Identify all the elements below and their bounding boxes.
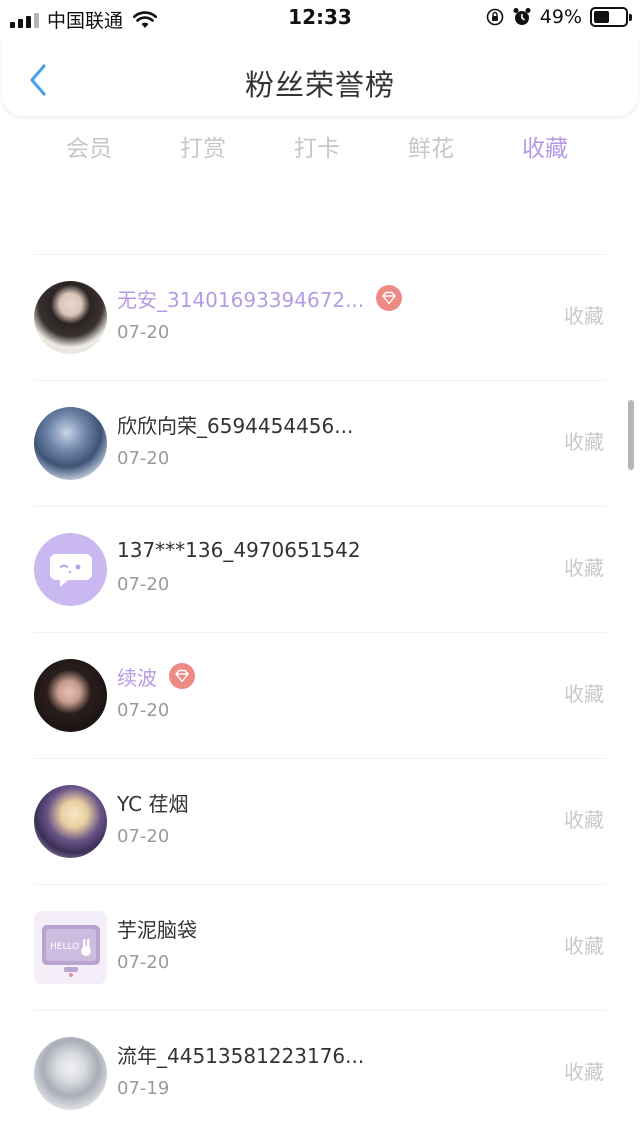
divider	[34, 254, 606, 255]
scrollbar[interactable]	[628, 400, 634, 470]
tab-flowers[interactable]: 鲜花	[374, 118, 488, 182]
battery-icon	[590, 7, 632, 27]
fan-name-line: YC 荏烟	[117, 786, 188, 818]
fan-name-line: 芋泥脑袋	[117, 912, 197, 944]
avatar	[34, 281, 107, 354]
fan-date: 07-20	[117, 826, 170, 847]
status-right: 49%	[486, 6, 632, 28]
divider	[34, 1010, 606, 1011]
tab-membership[interactable]: 会员	[32, 118, 146, 182]
avatar	[34, 1037, 107, 1110]
avatar: HELLO	[34, 911, 107, 984]
list-item[interactable]: 流年_44513581223176... 07-19 收藏	[0, 1010, 640, 1136]
fan-name: 流年_44513581223176...	[117, 1043, 365, 1068]
diamond-badge-icon	[376, 285, 403, 311]
divider	[34, 632, 606, 633]
chat-bubble-icon	[49, 553, 92, 587]
fan-name-line: 续波	[117, 660, 195, 692]
fan-date: 07-20	[117, 700, 170, 721]
favorite-label: 收藏	[564, 682, 604, 706]
avatar	[34, 785, 107, 858]
fan-name: 137***136_4970651542	[117, 538, 361, 562]
fan-date: 07-20	[117, 322, 170, 343]
header-bar: 粉丝荣誉榜	[2, 36, 638, 116]
divider	[34, 758, 606, 759]
battery-level	[594, 11, 609, 23]
diamond-badge-icon	[169, 663, 195, 689]
battery-percent: 49%	[539, 6, 582, 28]
status-bar: 中国联通 12:33 49%	[0, 0, 640, 36]
list-item[interactable]: 07-20	[0, 182, 640, 200]
favorite-label: 收藏	[564, 556, 604, 580]
fan-date: 07-20	[117, 448, 170, 469]
divider	[34, 884, 606, 885]
tab-checkin[interactable]: 打卡	[260, 118, 374, 182]
fan-name: 续波	[117, 665, 157, 690]
fan-name-line: 欣欣向荣_6594454456...	[117, 408, 353, 440]
fan-name-line: 137***136_4970651542	[117, 534, 361, 566]
fan-name: 芋泥脑袋	[117, 917, 197, 942]
divider	[34, 380, 606, 381]
fan-name: 无安_31401693394672...	[117, 287, 365, 312]
favorite-label: 收藏	[564, 430, 604, 454]
list-item[interactable]: 137***136_4970651542 07-20 收藏	[0, 506, 640, 632]
favorite-label: 收藏	[564, 934, 604, 958]
orientation-lock-icon	[486, 8, 504, 26]
avatar	[34, 659, 107, 732]
list-item[interactable]: YC 荏烟 07-20 收藏	[0, 758, 640, 884]
list-item[interactable]: HELLO 芋泥脑袋 07-20 收藏	[0, 884, 640, 1010]
divider	[34, 506, 606, 507]
fan-list[interactable]: 07-20 无安_31401693394672... 07-20 收藏 欣欣向荣…	[0, 182, 640, 1138]
svg-text:HELLO: HELLO	[50, 942, 79, 952]
list-item[interactable]: 欣欣向荣_6594454456... 07-20 收藏	[0, 380, 640, 506]
favorite-label: 收藏	[564, 304, 604, 328]
tab-favorites[interactable]: 收藏	[488, 118, 602, 182]
avatar	[34, 407, 107, 480]
page-title: 粉丝荣誉榜	[244, 68, 395, 102]
fan-date: 07-19	[117, 1078, 170, 1099]
list-item[interactable]: 续波 07-20 收藏	[0, 632, 640, 758]
fan-name: 欣欣向荣_6594454456...	[117, 413, 354, 438]
tab-bar: 会员 打赏 打卡 鲜花 收藏	[0, 118, 640, 182]
fan-name-line: 流年_44513581223176...	[117, 1038, 364, 1070]
favorite-label: 收藏	[564, 1060, 604, 1084]
fan-date: 07-20	[117, 952, 170, 973]
tv-bunny-icon: HELLO	[41, 924, 100, 977]
list-item[interactable]: 无安_31401693394672... 07-20 收藏	[0, 254, 640, 380]
avatar	[34, 533, 107, 606]
favorite-label: 收藏	[564, 808, 604, 832]
fan-name: YC 荏烟	[117, 791, 189, 816]
fan-name-line: 无安_31401693394672...	[117, 282, 403, 314]
fan-date: 07-20	[117, 574, 170, 595]
tab-tips[interactable]: 打赏	[146, 118, 260, 182]
alarm-icon	[513, 8, 531, 25]
